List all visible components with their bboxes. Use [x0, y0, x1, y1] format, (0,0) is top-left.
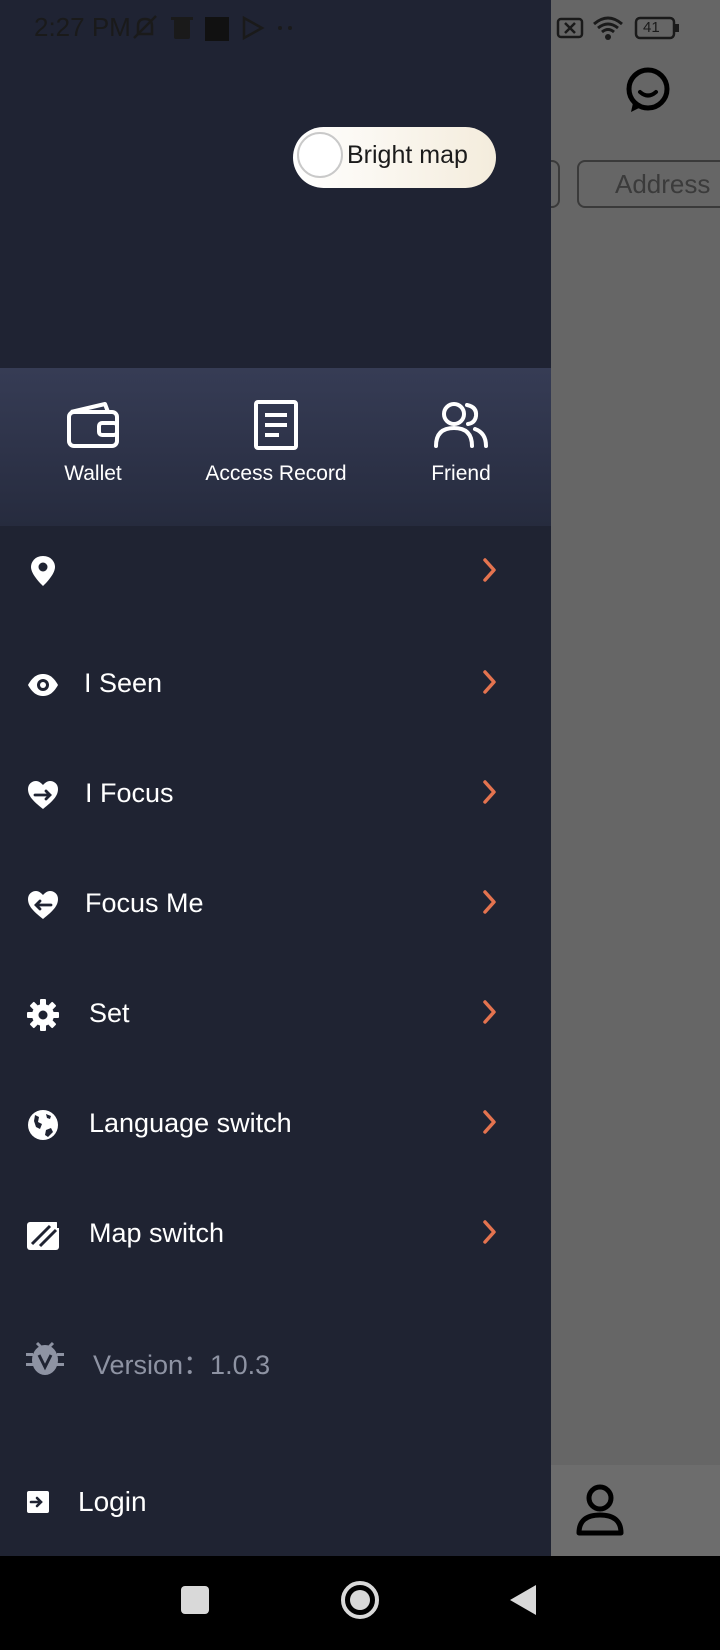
menu-item-label: Map switch [89, 1218, 225, 1248]
system-status-icons [556, 16, 679, 40]
document-icon [254, 400, 298, 450]
toggle-knob [297, 132, 343, 178]
toggle-label: Bright map [347, 141, 468, 169]
menu-item-map-switch[interactable]: Map switch [0, 1186, 551, 1296]
menu-item-focus-me[interactable]: Focus Me [0, 856, 551, 966]
map-switch-icon [27, 1219, 59, 1250]
menu-item-i-seen[interactable]: I Seen [0, 636, 551, 746]
battery-level: 41 [643, 19, 660, 36]
menu-item-label: Set [89, 998, 130, 1028]
back-icon[interactable] [506, 1583, 540, 1617]
chevron-right-icon [483, 890, 496, 914]
eye-icon [28, 674, 58, 696]
status-bar: 2:27 PM 41 [0, 0, 720, 56]
user-icon[interactable] [575, 1483, 625, 1537]
chevron-right-icon [483, 558, 496, 582]
friend-button[interactable]: Friend [408, 400, 514, 486]
heart-arrow-out-icon [28, 781, 58, 809]
heart-arrow-in-icon [28, 891, 58, 919]
navigation-drawer: Bright map Wallet Access Record Friend I… [0, 0, 551, 1556]
chevron-right-icon [483, 1220, 496, 1244]
login-icon [27, 1491, 49, 1513]
address-input[interactable]: Address [577, 160, 720, 208]
wallet-button[interactable]: Wallet [40, 400, 146, 486]
friends-icon [434, 402, 488, 448]
menu-item-location[interactable] [0, 526, 551, 636]
chevron-right-icon [483, 670, 496, 694]
access-record-label: Access Record [205, 462, 347, 485]
location-pin-icon [31, 556, 55, 586]
friend-label: Friend [431, 462, 491, 485]
access-record-button[interactable]: Access Record [196, 400, 356, 486]
notification-icons [133, 15, 292, 41]
wallet-icon [67, 402, 119, 448]
menu-item-label: Focus Me [85, 888, 204, 918]
menu-item-label: I Focus [85, 778, 174, 808]
gear-icon [27, 999, 59, 1031]
menu-item-i-focus[interactable]: I Focus [0, 746, 551, 856]
home-icon[interactable] [339, 1579, 381, 1621]
status-time: 2:27 PM [34, 12, 131, 42]
globe-icon [28, 1110, 58, 1140]
recents-icon[interactable] [178, 1583, 212, 1617]
chat-icon[interactable] [623, 65, 673, 115]
wallet-label: Wallet [64, 462, 122, 485]
chevron-right-icon [483, 780, 496, 804]
menu-item-set[interactable]: Set [0, 966, 551, 1076]
version-label: Version：1.0.3 [93, 1350, 271, 1380]
menu-item-label: I Seen [84, 668, 163, 698]
bug-version-icon [26, 1341, 64, 1375]
bright-map-toggle[interactable]: Bright map [293, 127, 496, 188]
system-nav-bar [0, 1556, 720, 1650]
menu-item-language-switch[interactable]: Language switch [0, 1076, 551, 1186]
chevron-right-icon [483, 1000, 496, 1024]
menu-item-label: Language switch [89, 1108, 292, 1138]
chevron-right-icon [483, 1110, 496, 1134]
login-label: Login [78, 1486, 147, 1517]
quick-actions: Wallet Access Record Friend [0, 368, 551, 526]
